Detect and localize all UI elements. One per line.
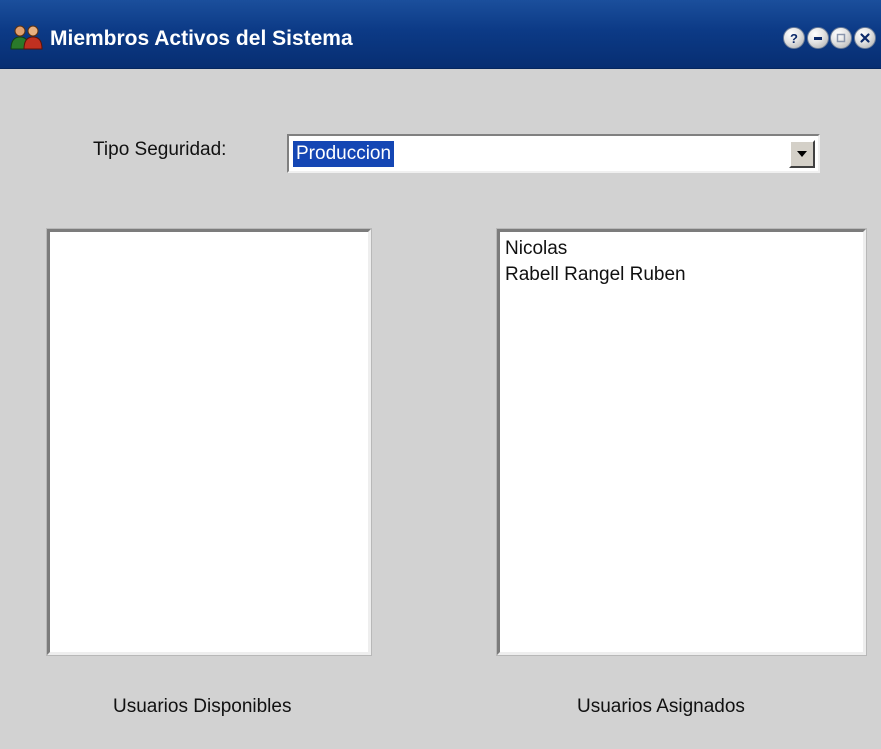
help-icon[interactable]: ? [783,27,805,49]
list-item[interactable]: Rabell Rangel Ruben [500,262,863,288]
tipo-seguridad-value[interactable]: Produccion [293,141,395,167]
tipo-seguridad-select[interactable]: Produccion [287,134,820,173]
tipo-seguridad-label: Tipo Seguridad: [93,139,227,160]
window: Miembros Activos del Sistema ? Tipo Segu… [0,0,881,749]
list-item[interactable]: Nicolas [500,236,863,262]
svg-text:?: ? [790,31,798,45]
usuarios-disponibles-list[interactable] [46,228,372,656]
users-icon [10,24,44,50]
usuarios-disponibles-caption: Usuarios Disponibles [113,696,292,717]
minimize-icon[interactable] [807,27,829,49]
close-icon[interactable] [854,27,876,49]
chevron-down-icon [797,151,807,157]
window-title: Miembros Activos del Sistema [50,27,353,50]
usuarios-asignados-caption: Usuarios Asignados [577,696,745,717]
maximize-icon[interactable] [830,27,852,49]
dropdown-button[interactable] [789,140,815,168]
usuarios-asignados-list[interactable]: Nicolas Rabell Rangel Ruben [496,228,867,656]
title-bar[interactable]: Miembros Activos del Sistema ? [0,0,881,69]
